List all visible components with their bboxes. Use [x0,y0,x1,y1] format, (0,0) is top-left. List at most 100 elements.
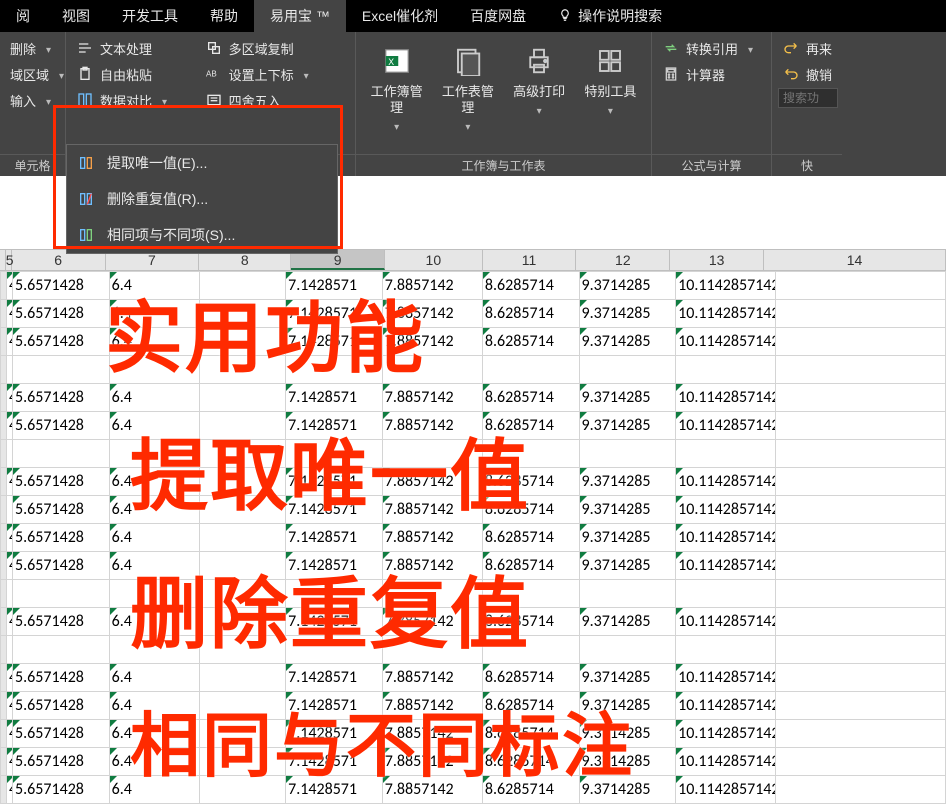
cell[interactable]: 10.1142857142857 [676,272,776,300]
cell[interactable] [109,580,199,608]
cell[interactable] [200,776,286,804]
cell[interactable] [109,440,199,468]
set-super-sub-button[interactable]: AB 设置上下标 [201,62,349,86]
cell[interactable] [286,580,383,608]
cell[interactable] [776,328,946,356]
cell[interactable] [13,636,110,664]
cell[interactable]: 6.4 [109,384,199,412]
cell[interactable] [200,272,286,300]
undo-button[interactable]: 撤销 [778,62,836,86]
cell[interactable]: 7.1428571 [286,524,383,552]
cell[interactable]: 7.1428571 [286,608,383,636]
cell[interactable] [200,496,286,524]
cell[interactable]: 8.6285714 [482,412,579,440]
cell[interactable]: 7.1428571 [286,328,383,356]
cell[interactable] [200,468,286,496]
column-header[interactable]: 10 [385,250,483,270]
cell[interactable]: 5.6571428 [13,328,110,356]
cell[interactable] [776,720,946,748]
cell[interactable]: 8.6285714 [482,776,579,804]
cell[interactable] [200,636,286,664]
cell[interactable] [200,608,286,636]
cell[interactable]: 7.8857142 [382,272,482,300]
cell[interactable]: 6.4 [109,524,199,552]
cell[interactable] [200,692,286,720]
cell[interactable] [482,356,579,384]
cell[interactable]: 7.1428571 [286,384,383,412]
cell[interactable]: 7.8857142 [382,496,482,524]
cell[interactable]: 7.8857142 [382,468,482,496]
cell[interactable] [13,440,110,468]
cell[interactable]: 7.1428571 [286,272,383,300]
cell[interactable] [579,580,676,608]
cell[interactable]: 9.3714285 [579,384,676,412]
cell[interactable] [776,636,946,664]
special-tools-button[interactable]: 特别工具 [576,38,645,154]
area-button[interactable]: 域区域 [6,62,59,86]
cell[interactable]: 7.1428571 [286,664,383,692]
cell[interactable] [776,552,946,580]
adv-print-button[interactable]: 高级打印 [505,38,574,154]
cell[interactable]: 9.3714285 [579,552,676,580]
cell[interactable]: 5.6571428 [13,468,110,496]
cell[interactable]: 8.6285714 [482,384,579,412]
cell[interactable] [382,580,482,608]
cell[interactable]: 7.1428571 [286,776,383,804]
cell[interactable] [109,636,199,664]
cell[interactable] [200,328,286,356]
cell[interactable]: 5.6571428 [13,496,110,524]
cell[interactable] [200,720,286,748]
cell[interactable] [482,440,579,468]
convert-ref-button[interactable]: 转换引用 [658,36,765,60]
cell[interactable] [482,636,579,664]
input-button[interactable]: 输入 [6,88,59,112]
cell[interactable]: 5.6571428 [13,412,110,440]
cell[interactable]: 9.3714285 [579,748,676,776]
data-compare-button[interactable]: 数据对比 [72,88,201,112]
cell[interactable]: 8.6285714 [482,272,579,300]
column-header[interactable]: 14 [764,250,946,270]
tab-tell-me[interactable]: 操作说明搜索 [542,0,678,32]
cell[interactable]: 5.6571428 [13,300,110,328]
cell[interactable]: 7.8857142 [382,328,482,356]
cell[interactable]: 9.3714285 [579,412,676,440]
cell[interactable]: 7.8857142 [382,300,482,328]
cell[interactable] [200,300,286,328]
tab-view[interactable]: 视图 [46,0,106,32]
cell[interactable]: 8.6285714 [482,300,579,328]
cell[interactable]: 7.8857142 [382,412,482,440]
text-processing-button[interactable]: 文本处理 [72,36,201,60]
cell[interactable]: 10.1142857142857 [676,384,776,412]
cell[interactable]: 10.1142857142857 [676,720,776,748]
cell[interactable]: 10.1142857142857 [676,300,776,328]
cell[interactable]: 6.4 [109,608,199,636]
cell[interactable] [676,440,776,468]
tab-excel-catalyst[interactable]: Excel催化剂 [346,0,454,32]
menu-same-diff[interactable]: 相同项与不同项(S)... [67,217,337,253]
cell[interactable]: 8.6285714 [482,720,579,748]
cell[interactable]: 6.4 [109,328,199,356]
cell[interactable]: 6.4 [109,272,199,300]
cell[interactable]: 5.6571428 [13,776,110,804]
cell[interactable]: 9.3714285 [579,272,676,300]
cell[interactable]: 5.6571428 [13,748,110,776]
cell[interactable] [200,524,286,552]
cell[interactable]: 7.8857142 [382,608,482,636]
cell[interactable]: 6.4 [109,412,199,440]
round-button[interactable]: 四舍五入 [201,88,349,112]
cell[interactable] [676,356,776,384]
column-header[interactable]: 11 [483,250,577,270]
cell[interactable]: 7.1428571 [286,496,383,524]
cell[interactable] [382,636,482,664]
cell[interactable]: 10.1142857142857 [676,748,776,776]
cell[interactable]: 7.8857142 [382,524,482,552]
cell[interactable]: 7.1428571 [286,300,383,328]
cell[interactable]: 10.1142857142857 [676,328,776,356]
cell[interactable] [776,412,946,440]
cell[interactable] [776,524,946,552]
cell[interactable]: 5.6571428 [13,524,110,552]
cell[interactable]: 10.1142857142857 [676,524,776,552]
ribbon-search-input[interactable] [778,88,838,108]
cell[interactable]: 8.6285714 [482,692,579,720]
cell[interactable] [776,272,946,300]
